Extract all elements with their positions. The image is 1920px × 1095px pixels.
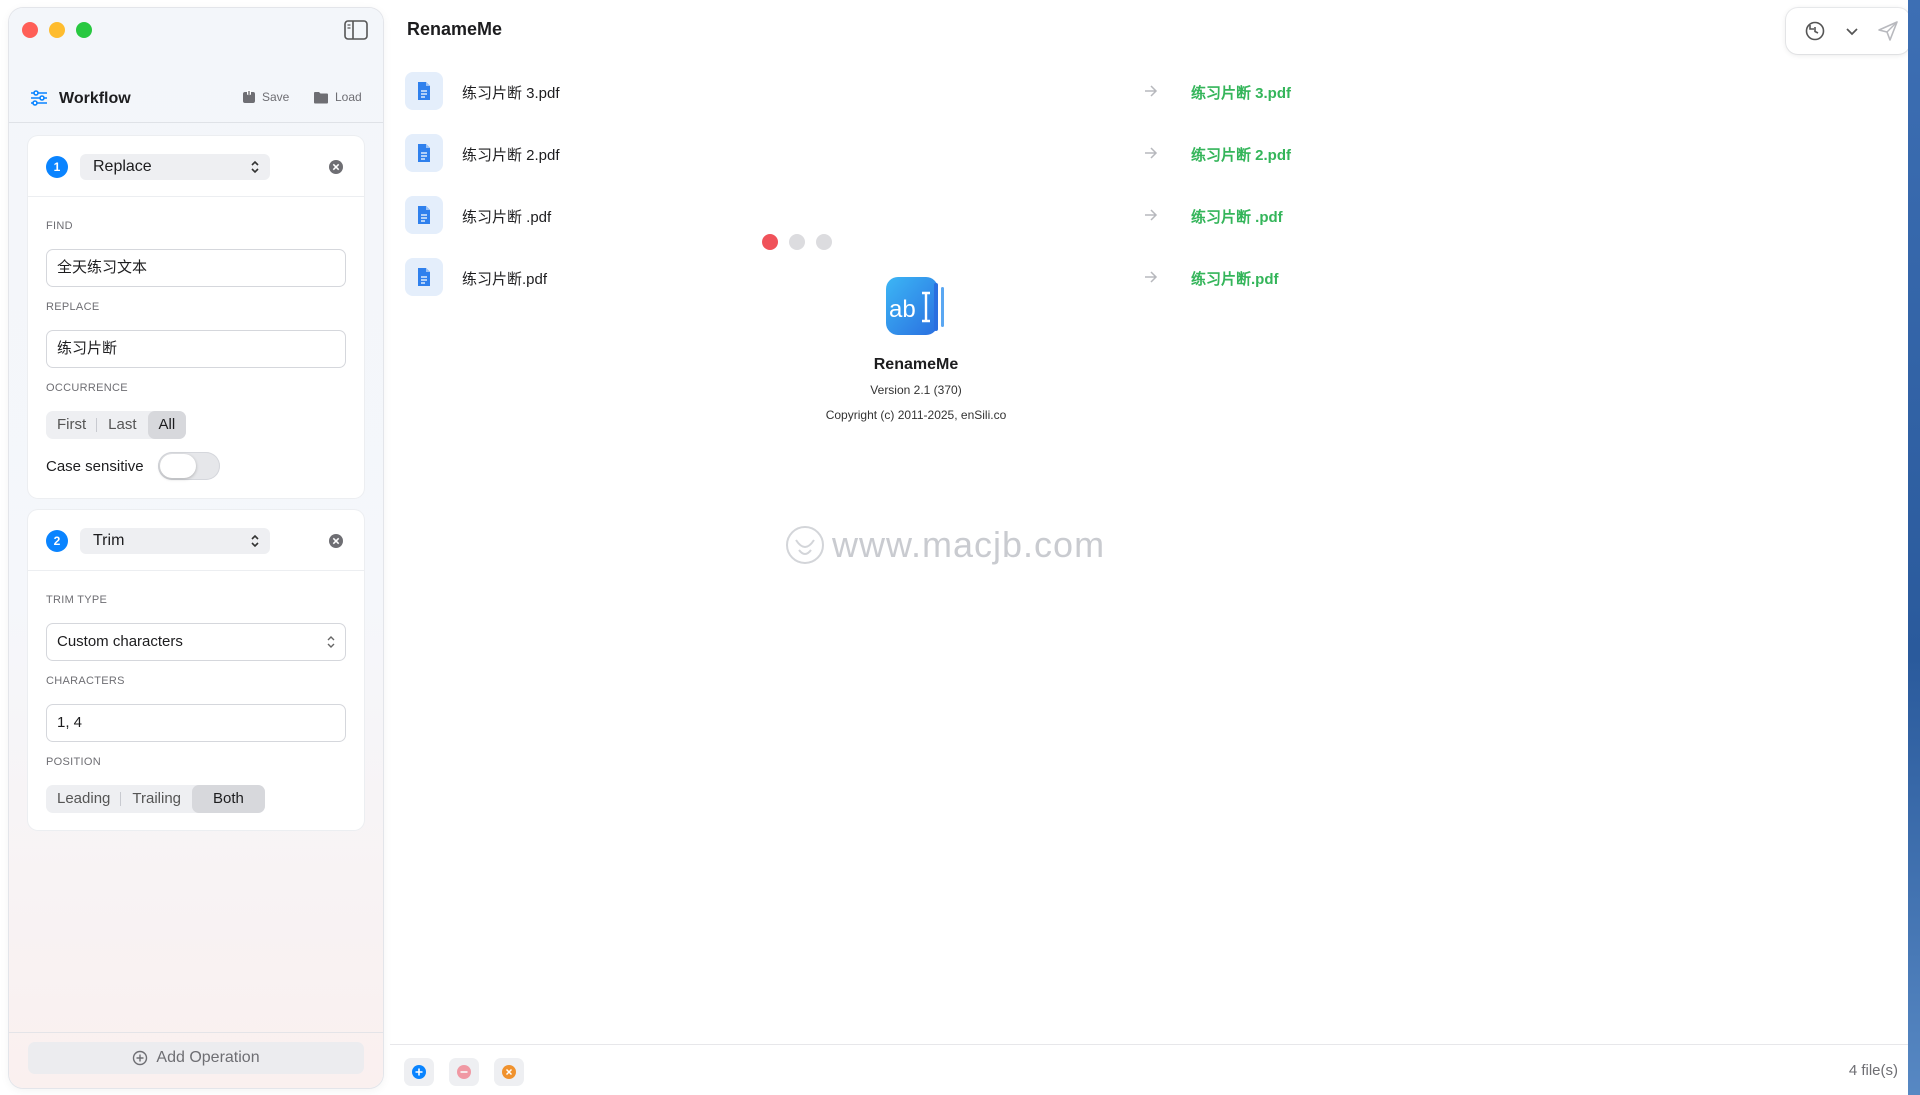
workflow-title: Workflow (59, 90, 131, 107)
about-zoom-button (816, 234, 832, 250)
file-row[interactable]: 练习片断 3.pdf 练习片断 3.pdf (405, 72, 1305, 112)
document-icon (405, 196, 443, 234)
find-input[interactable]: 全天练习文本 (46, 249, 346, 287)
clear-files-button[interactable] (494, 1058, 524, 1086)
logo-text: ab (889, 296, 916, 323)
operation-type-value: Replace (93, 158, 152, 175)
window-controls (22, 22, 92, 38)
arrow-right-icon (1145, 85, 1158, 97)
operation-type-select[interactable]: Replace (80, 154, 270, 180)
up-down-chevron-icon (251, 160, 259, 174)
document-icon (405, 72, 443, 110)
close-circle-icon (329, 534, 343, 548)
trim-type-select[interactable]: Custom characters (46, 623, 346, 661)
new-file-name: 练习片断.pdf (1191, 271, 1279, 288)
operation-header: 1 Replace (28, 136, 364, 197)
operation-type-select[interactable]: Trim (80, 528, 270, 554)
save-button[interactable]: Save (242, 90, 289, 104)
find-label: FIND (46, 220, 73, 232)
save-icon (243, 90, 255, 103)
about-minimize-button (789, 234, 805, 250)
arrow-right-icon (1145, 209, 1158, 221)
position-leading[interactable]: Leading (46, 785, 122, 813)
document-icon (405, 258, 443, 296)
add-file-icon (412, 1065, 426, 1079)
watermark-logo-icon (786, 526, 824, 564)
replace-label: REPLACE (46, 301, 100, 313)
new-file-name: 练习片断 .pdf (1191, 209, 1283, 226)
operation-index-badge: 2 (46, 530, 68, 552)
about-app-name: RenameMe (873, 356, 959, 373)
add-operation-label: Add Operation (156, 1049, 260, 1066)
chevron-down-icon[interactable] (1841, 20, 1863, 42)
original-file-name: 练习片断.pdf (462, 271, 548, 288)
add-file-button[interactable] (404, 1058, 434, 1086)
app-logo-icon: ab (884, 275, 948, 339)
app-window: Workflow Save Load 1 Replace FIND 全天练习文本… (0, 0, 1920, 1095)
file-row[interactable]: 练习片断 .pdf 练习片断 .pdf (405, 196, 1305, 236)
operation-card-trim: 2 Trim TRIM TYPE Custom characters CHARA… (28, 510, 364, 830)
workflow-header: Workflow Save Load (9, 78, 383, 123)
about-close-button[interactable] (762, 234, 778, 250)
operation-header: 2 Trim (28, 510, 364, 571)
characters-input[interactable]: 1, 4 (46, 704, 346, 742)
folder-icon (314, 91, 328, 103)
load-label: Load (335, 90, 362, 104)
sidebar: Workflow Save Load 1 Replace FIND 全天练习文本… (9, 8, 383, 1088)
file-row[interactable]: 练习片断.pdf 练习片断.pdf (405, 258, 1305, 298)
new-file-name: 练习片断 2.pdf (1191, 147, 1291, 164)
position-trailing[interactable]: Trailing (121, 785, 192, 813)
arrow-right-icon (1145, 271, 1158, 283)
new-file-name: 练习片断 3.pdf (1191, 85, 1291, 102)
remove-operation-button[interactable] (328, 159, 344, 175)
characters-label: CHARACTERS (46, 675, 125, 687)
sliders-icon (29, 88, 49, 113)
remove-operation-button[interactable] (328, 533, 344, 549)
close-window-button[interactable] (22, 22, 38, 38)
app-title: RenameMe (407, 19, 503, 39)
remove-file-icon (457, 1065, 471, 1079)
clear-files-icon (502, 1065, 516, 1079)
send-icon[interactable] (1877, 20, 1899, 42)
arrow-right-icon (1145, 147, 1158, 159)
operation-type-value: Trim (93, 532, 125, 549)
file-row[interactable]: 练习片断 2.pdf 练习片断 2.pdf (405, 134, 1305, 174)
about-window-controls (762, 234, 832, 250)
add-operation-button[interactable]: Add Operation (28, 1042, 364, 1074)
close-circle-icon (329, 160, 343, 174)
position-both[interactable]: Both (192, 785, 265, 813)
toolbar-actions (1786, 8, 1910, 54)
revert-icon[interactable] (1804, 20, 1826, 42)
original-file-name: 练习片断 2.pdf (462, 147, 560, 164)
toggle-knob (160, 454, 196, 478)
zoom-window-button[interactable] (76, 22, 92, 38)
operation-card-replace: 1 Replace FIND 全天练习文本 REPLACE 练习片断 OCCUR… (28, 136, 364, 498)
up-down-chevron-icon (327, 636, 335, 648)
bottom-bar: 4 file(s) (390, 1044, 1920, 1095)
trim-type-label: TRIM TYPE (46, 594, 108, 606)
minimize-window-button[interactable] (49, 22, 65, 38)
sidebar-toggle-icon[interactable] (344, 20, 368, 40)
case-sensitive-label: Case sensitive (46, 458, 144, 475)
remove-file-button[interactable] (449, 1058, 479, 1086)
add-operation-area: Add Operation (9, 1032, 383, 1088)
watermark-text: www.macjb.com (832, 524, 1106, 565)
plus-circle-icon (133, 1050, 148, 1066)
trim-type-value: Custom characters (57, 633, 183, 650)
position-label: POSITION (46, 756, 101, 768)
position-segmented-control: Leading Trailing Both (46, 785, 265, 813)
file-count: 4 file(s) (1848, 1062, 1898, 1079)
document-icon (405, 134, 443, 172)
desktop-background-edge (1908, 0, 1920, 1095)
load-button[interactable]: Load (313, 90, 362, 104)
case-sensitive-toggle[interactable] (158, 452, 220, 480)
about-version: Version 2.1 (370) (870, 383, 962, 397)
operation-index-badge: 1 (46, 156, 68, 178)
save-label: Save (262, 90, 290, 104)
watermark: www.macjb.com (784, 524, 1105, 566)
original-file-name: 练习片断 3.pdf (462, 85, 560, 102)
up-down-chevron-icon (251, 534, 259, 548)
original-file-name: 练习片断 .pdf (462, 209, 552, 226)
about-copyright: Copyright (c) 2011-2025, enSili.co (825, 408, 1007, 422)
